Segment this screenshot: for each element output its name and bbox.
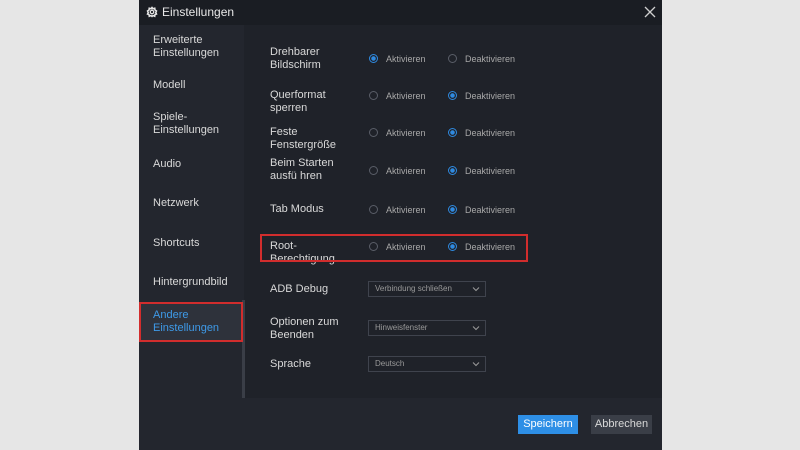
radio-label-deaktivieren: Deaktivieren xyxy=(465,54,516,64)
radio-label-aktivieren: Aktivieren xyxy=(386,166,426,176)
title-bar: Einstellungen xyxy=(139,0,662,25)
gear-icon xyxy=(146,6,158,18)
sidebar-item-spiele-einstellungen[interactable]: Spiele-Einstellungen xyxy=(139,110,244,138)
select-value: Deutsch xyxy=(375,359,405,368)
select-value: Hinweisfenster xyxy=(375,323,428,332)
settings-content: Drehbarer Bildschirm Aktivieren Deaktivi… xyxy=(245,25,662,398)
sidebar-item-erweiterte-einstellungen[interactable]: Erweiterte Einstellungen xyxy=(139,33,244,61)
save-button[interactable]: Speichern xyxy=(518,415,578,434)
radio-tab-modus-aktivieren[interactable] xyxy=(369,205,378,214)
sidebar-item-label: Shortcuts xyxy=(153,237,200,249)
radio-label-deaktivieren: Deaktivieren xyxy=(465,205,516,215)
sidebar-item-label: Modell xyxy=(153,79,186,91)
radio-feste-fenstergroesse-aktivieren[interactable] xyxy=(369,128,378,137)
sidebar-item-netzwerk[interactable]: Netzwerk xyxy=(139,196,244,212)
radio-querformat-sperren-aktivieren[interactable] xyxy=(369,91,378,100)
radio-label-aktivieren: Aktivieren xyxy=(386,205,426,215)
setting-label-optionen-zum-beenden: Optionen zum Beenden xyxy=(270,316,339,341)
settings-dialog: Einstellungen Erweiterte Einstellungen M… xyxy=(139,0,662,450)
radio-label-deaktivieren: Deaktivieren xyxy=(465,166,516,176)
sidebar-highlight-box xyxy=(139,302,243,342)
select-value: Verbindung schließen xyxy=(375,284,452,293)
setting-label-sprache: Sprache xyxy=(270,358,311,370)
setting-label-tab-modus: Tab Modus xyxy=(270,203,324,215)
sidebar-item-modell[interactable]: Modell xyxy=(139,78,244,94)
radio-label-aktivieren: Aktivieren xyxy=(386,54,426,64)
radio-label-aktivieren: Aktivieren xyxy=(386,128,426,138)
sidebar-item-shortcuts[interactable]: Shortcuts xyxy=(139,236,244,252)
close-icon[interactable] xyxy=(642,4,658,20)
radio-drehbarer-bildschirm-aktivieren[interactable] xyxy=(369,54,378,63)
radio-label-aktivieren: Aktivieren xyxy=(386,91,426,101)
radio-querformat-sperren-deaktivieren[interactable] xyxy=(448,91,457,100)
sidebar-item-label: Hintergrundbild xyxy=(153,276,228,288)
setting-label-drehbarer-bildschirm: Drehbarer Bildschirm xyxy=(270,46,321,71)
radio-drehbarer-bildschirm-deaktivieren[interactable] xyxy=(448,54,457,63)
sidebar-item-label: Erweiterte Einstellungen xyxy=(153,34,220,59)
adb-debug-select[interactable]: Verbindung schließen xyxy=(368,281,486,297)
setting-label-feste-fenstergroesse: Feste Fenstergröße xyxy=(270,126,337,151)
radio-label-deaktivieren: Deaktivieren xyxy=(465,128,516,138)
sidebar-item-audio[interactable]: Audio xyxy=(139,157,244,173)
setting-label-adb-debug: ADB Debug xyxy=(270,283,329,295)
sidebar-item-label: Spiele-Einstellungen xyxy=(153,111,220,136)
chevron-down-icon xyxy=(472,326,480,331)
radio-label-deaktivieren: Deaktivieren xyxy=(465,91,516,101)
sprache-select[interactable]: Deutsch xyxy=(368,356,486,372)
radio-beim-starten-aktivieren[interactable] xyxy=(369,166,378,175)
sidebar-item-hintergrundbild[interactable]: Hintergrundbild xyxy=(139,275,244,291)
chevron-down-icon xyxy=(472,287,480,292)
setting-label-querformat-sperren: Querformat sperren xyxy=(270,89,326,114)
root-berechtigung-highlight-box xyxy=(260,234,528,262)
page-background: Einstellungen Erweiterte Einstellungen M… xyxy=(0,0,800,450)
radio-beim-starten-deaktivieren[interactable] xyxy=(448,166,457,175)
sidebar-item-label: Audio xyxy=(153,158,182,170)
setting-label-beim-starten-ausfuehren: Beim Starten ausfü hren xyxy=(270,157,334,182)
optionen-zum-beenden-select[interactable]: Hinweisfenster xyxy=(368,320,486,336)
sidebar-item-label: Netzwerk xyxy=(153,197,199,209)
dialog-title: Einstellungen xyxy=(162,5,235,19)
dialog-footer: Speichern Abbrechen xyxy=(139,398,662,450)
cancel-button[interactable]: Abbrechen xyxy=(591,415,652,434)
radio-tab-modus-deaktivieren[interactable] xyxy=(448,205,457,214)
chevron-down-icon xyxy=(472,362,480,367)
settings-sidebar: Erweiterte Einstellungen Modell Spiele-E… xyxy=(139,25,244,398)
radio-feste-fenstergroesse-deaktivieren[interactable] xyxy=(448,128,457,137)
